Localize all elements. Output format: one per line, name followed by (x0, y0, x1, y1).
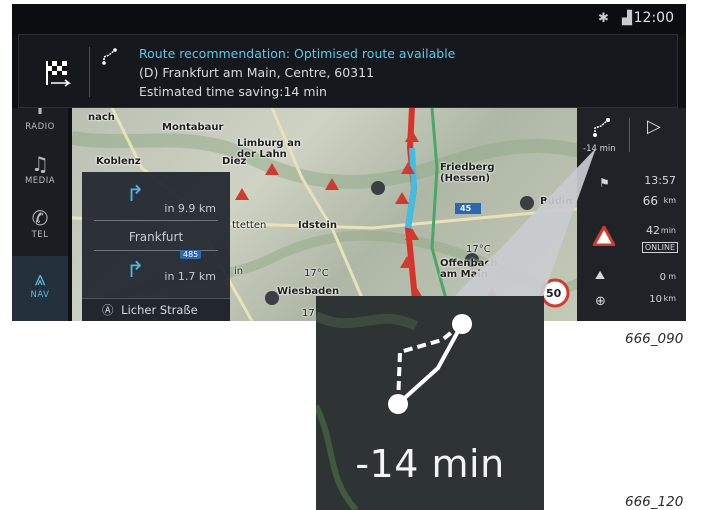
zoom-inset: -14 min (316, 296, 544, 510)
figure-caption: 666_090 (625, 331, 684, 347)
figure-caption: 666_120 (625, 494, 684, 510)
zoom-inset-label: -14 min (355, 442, 505, 486)
